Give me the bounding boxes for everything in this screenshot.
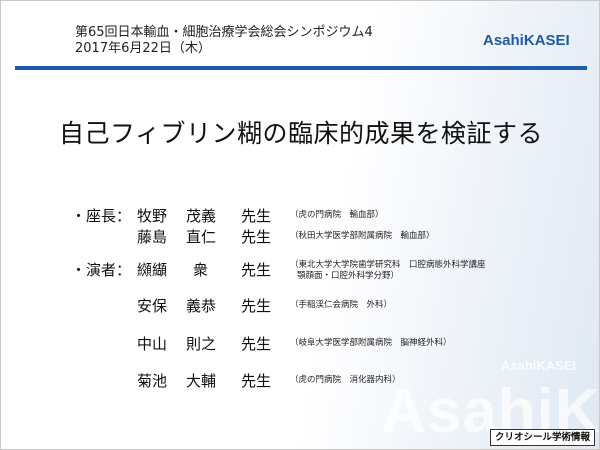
person-given-name: 義恭 [186,297,217,315]
logo-text-kasei: KASEI [523,32,570,49]
honorific: 先生 [241,335,272,353]
person-family-name: 中山 [137,335,168,353]
person-family-name: 纐纈 [137,261,168,279]
speakers-role-label: ・演者： [71,261,132,279]
honorific: 先生 [241,261,272,279]
affiliation-line: （東北大学大学院歯学研究科 口腔病態外科学講座 [290,260,486,270]
info-badge: クリオシール学術情報 [490,429,596,446]
slide-title: 自己フィブリン糊の臨床的成果を検証する [58,119,543,148]
affiliation: （手稲渓仁会病院 外科） [290,300,393,310]
affiliation: （秋田大学医学部附属病院 輸血部） [290,231,435,241]
person-family-name: 安保 [137,297,168,315]
affiliation: （虎の門病院 輸血部） [290,210,384,220]
chairs-role-label: ・座長： [71,207,132,225]
affiliation: （東北大学大学院歯学研究科 口腔病態外科学講座 顎顔面・口腔外科学分野） [290,260,486,281]
honorific: 先生 [241,372,272,390]
speaker-row: 安保 義恭 先生 （手稲渓仁会病院 外科） [1,296,599,316]
event-name: 第65回日本輸血・細胞治療学会総会シンポジウム4 [75,25,373,40]
watermark-logo-small: AsahiKASEI [501,358,577,373]
person-given-name: 衆 [193,261,209,279]
asahi-kasei-logo: AsahiKASEI [483,32,570,49]
affiliation: （岐阜大学医学部附属病院 脳神経外科） [290,338,452,348]
person-given-name: 則之 [186,335,217,353]
speaker-row: 中山 則之 先生 （岐阜大学医学部附属病院 脳神経外科） [1,334,599,354]
affiliation-line: 顎顔面・口腔外科学分野） [297,270,400,281]
person-given-name: 茂義 [186,207,217,225]
person-family-name: 牧野 [137,207,168,225]
logo-text-asahi: Asahi [483,32,524,49]
person-family-name: 菊池 [137,372,168,390]
chair-row: ・座長： 牧野 茂義 先生 （虎の門病院 輸血部） [1,206,599,226]
person-given-name: 大輔 [186,372,217,390]
honorific: 先生 [241,228,272,246]
speaker-row: ・演者： 纐纈 衆 先生 （東北大学大学院歯学研究科 口腔病態外科学講座 顎顔面… [1,260,599,281]
person-given-name: 直仁 [186,228,217,246]
chair-row: 藤島 直仁 先生 （秋田大学医学部附属病院 輸血部） [1,227,599,247]
header-divider [15,66,587,70]
honorific: 先生 [241,207,272,225]
slide: 第65回日本輸血・細胞治療学会総会シンポジウム4 2017年6月22日（木） A… [0,0,600,450]
honorific: 先生 [241,297,272,315]
event-date: 2017年6月22日（木） [75,41,211,56]
person-family-name: 藤島 [137,228,168,246]
